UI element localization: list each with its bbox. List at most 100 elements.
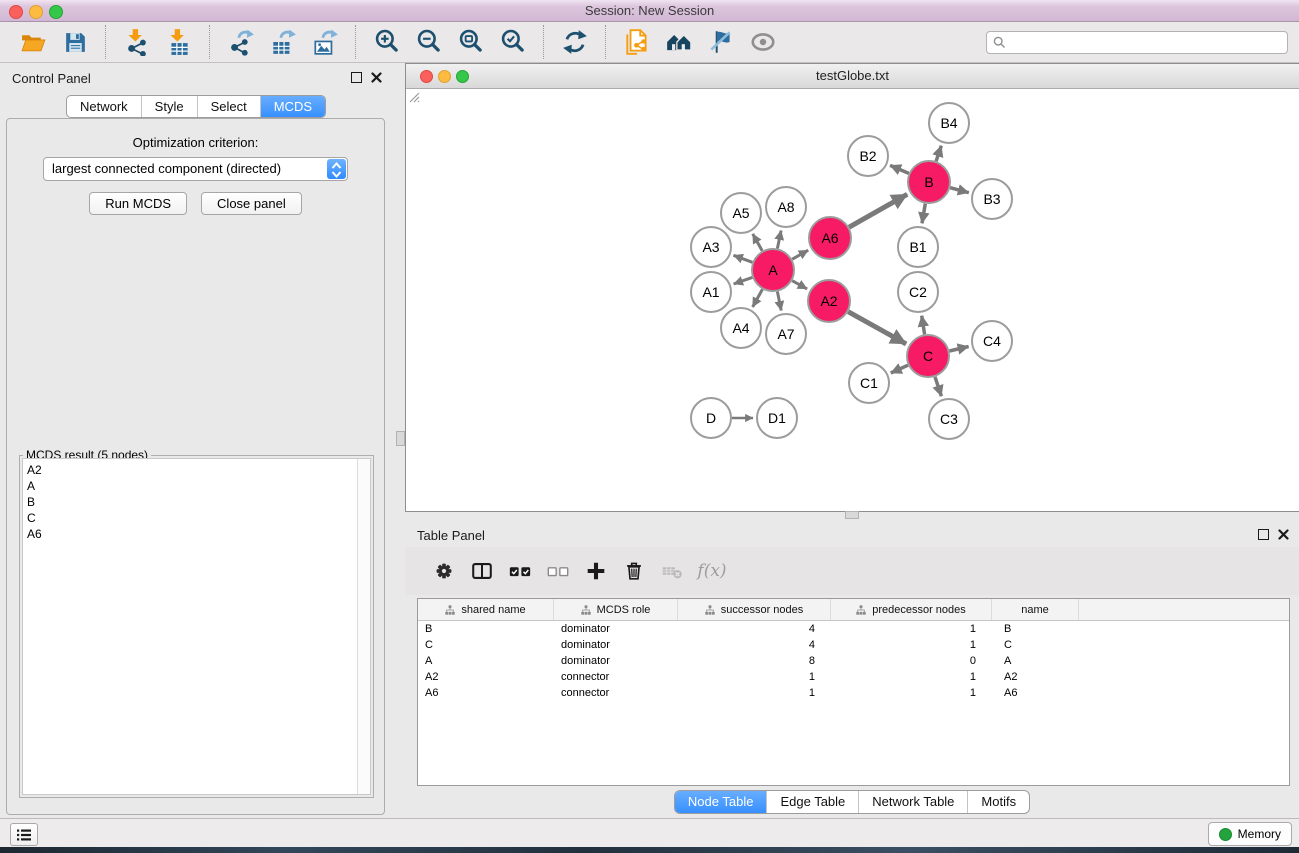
criterion-dropdown[interactable]: largest connected component (directed): [43, 157, 348, 181]
graph-edge-C-C1[interactable]: [891, 365, 908, 373]
table-cell[interactable]: connector: [554, 669, 678, 685]
graph-edge-A-A1[interactable]: [734, 277, 753, 284]
graph-node-A2[interactable]: A2: [808, 280, 850, 322]
graph-edge-B-B2[interactable]: [890, 165, 909, 173]
table-row[interactable]: Bdominator41B: [418, 621, 1289, 637]
graph-node-A7[interactable]: A7: [766, 314, 806, 354]
column-header-successor-nodes[interactable]: successor nodes: [678, 599, 831, 620]
table-cell[interactable]: 4: [678, 621, 831, 637]
close-panel-icon[interactable]: [1278, 529, 1289, 540]
tab-select[interactable]: Select: [197, 96, 260, 117]
export-image-button[interactable]: [308, 25, 342, 59]
node-table[interactable]: shared name MCDS role successor nodes: [417, 598, 1290, 786]
table-cell[interactable]: 1: [831, 637, 992, 653]
horizontal-splitter-handle[interactable]: [845, 511, 859, 519]
graph-edge-A2-C[interactable]: [848, 312, 906, 344]
mcds-result-item[interactable]: C: [27, 510, 370, 526]
network-canvas[interactable]: AA1A2A3A4A5A6A7A8BB1B2B3B4CC1C2C3C4DD1: [406, 89, 1299, 511]
table-cell[interactable]: dominator: [554, 621, 678, 637]
memory-button[interactable]: Memory: [1208, 822, 1292, 846]
graph-node-A3[interactable]: A3: [691, 227, 731, 267]
table-cell[interactable]: B: [418, 621, 554, 637]
graph-node-B[interactable]: B: [908, 161, 950, 203]
graph-edge-A-A2[interactable]: [792, 281, 807, 289]
mcds-result-item[interactable]: A: [27, 478, 370, 494]
graph-node-A8[interactable]: A8: [766, 187, 806, 227]
table-cell[interactable]: A: [992, 653, 1079, 669]
mcds-result-item[interactable]: B: [27, 494, 370, 510]
search-input[interactable]: [1011, 35, 1287, 51]
add-column-button[interactable]: [577, 552, 615, 590]
table-row[interactable]: A2connector11A2: [418, 669, 1289, 685]
close-panel-button[interactable]: Close panel: [201, 192, 302, 215]
table-cell[interactable]: 1: [831, 669, 992, 685]
tab-edge-table[interactable]: Edge Table: [766, 791, 858, 813]
table-cell[interactable]: C: [418, 637, 554, 653]
home-view-button[interactable]: [662, 25, 696, 59]
tab-mcds[interactable]: MCDS: [260, 96, 325, 117]
table-cell[interactable]: 0: [831, 653, 992, 669]
graph-node-B1[interactable]: B1: [898, 227, 938, 267]
new-network-button[interactable]: [620, 25, 654, 59]
table-settings-button[interactable]: [425, 552, 463, 590]
column-header-predecessor-nodes[interactable]: predecessor nodes: [831, 599, 992, 620]
graph-edge-A-A5[interactable]: [753, 234, 763, 251]
table-cell[interactable]: A6: [418, 685, 554, 701]
result-scrollbar[interactable]: [357, 459, 370, 794]
table-cell[interactable]: 1: [678, 669, 831, 685]
float-panel-icon[interactable]: [351, 72, 362, 83]
table-row[interactable]: Cdominator41C: [418, 637, 1289, 653]
graph-edge-C-C2[interactable]: [922, 316, 925, 335]
table-cell[interactable]: A: [418, 653, 554, 669]
graph-edge-C-C3[interactable]: [935, 377, 941, 396]
birds-eye-view-button[interactable]: [746, 25, 780, 59]
graph-edge-B-B1[interactable]: [922, 204, 925, 224]
tab-style[interactable]: Style: [141, 96, 197, 117]
graph-node-C[interactable]: C: [907, 335, 949, 377]
table-cell[interactable]: A2: [418, 669, 554, 685]
graph-node-D[interactable]: D: [691, 398, 731, 438]
deselect-all-button[interactable]: [539, 552, 577, 590]
graph-node-A5[interactable]: A5: [721, 193, 761, 233]
tab-node-table[interactable]: Node Table: [675, 791, 767, 813]
tab-motifs[interactable]: Motifs: [967, 791, 1029, 813]
graph-edge-C-C4[interactable]: [949, 347, 968, 352]
table-cell[interactable]: dominator: [554, 637, 678, 653]
vertical-splitter-handle[interactable]: [396, 431, 405, 446]
export-table-button[interactable]: [266, 25, 300, 59]
network-window-titlebar[interactable]: testGlobe.txt: [406, 64, 1299, 89]
graph-node-C3[interactable]: C3: [929, 399, 969, 439]
column-header-shared-name[interactable]: shared name: [418, 599, 554, 620]
table-cell[interactable]: 1: [831, 621, 992, 637]
table-cell[interactable]: B: [992, 621, 1079, 637]
graph-node-B4[interactable]: B4: [929, 103, 969, 143]
graph-node-C4[interactable]: C4: [972, 321, 1012, 361]
table-cell[interactable]: dominator: [554, 653, 678, 669]
import-table-button[interactable]: [162, 25, 196, 59]
open-session-button[interactable]: [16, 25, 50, 59]
table-cell[interactable]: A6: [992, 685, 1079, 701]
graph-node-D1[interactable]: D1: [757, 398, 797, 438]
task-history-button[interactable]: [10, 823, 38, 846]
mcds-result-item[interactable]: A6: [27, 526, 370, 542]
table-row[interactable]: Adominator80A: [418, 653, 1289, 669]
column-header-name[interactable]: name: [992, 599, 1079, 620]
table-cell[interactable]: 1: [831, 685, 992, 701]
table-row[interactable]: A6connector11A6: [418, 685, 1289, 701]
close-panel-icon[interactable]: [371, 72, 382, 83]
dropdown-stepper-icon[interactable]: [327, 159, 346, 179]
graph-edge-A-A3[interactable]: [734, 255, 753, 262]
graph-node-A4[interactable]: A4: [721, 308, 761, 348]
float-panel-icon[interactable]: [1258, 529, 1269, 540]
graph-edge-A-A6[interactable]: [792, 250, 808, 259]
select-all-button[interactable]: [501, 552, 539, 590]
show-columns-button[interactable]: [463, 552, 501, 590]
graph-node-C2[interactable]: C2: [898, 272, 938, 312]
tab-network[interactable]: Network: [67, 96, 141, 117]
mcds-result-item[interactable]: A2: [27, 462, 370, 478]
table-cell[interactable]: 4: [678, 637, 831, 653]
graph-node-C1[interactable]: C1: [849, 363, 889, 403]
graph-node-B2[interactable]: B2: [848, 136, 888, 176]
import-network-button[interactable]: [120, 25, 154, 59]
table-cell[interactable]: connector: [554, 685, 678, 701]
